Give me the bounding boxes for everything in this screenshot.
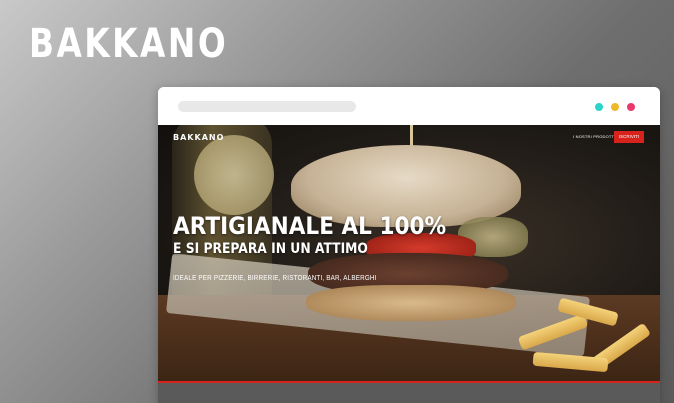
window-dot-teal xyxy=(595,103,603,111)
subscribe-button[interactable]: ISCRIVITI xyxy=(614,131,644,143)
hero-tagline: IDEALE PER PIZZERIE, BIRRERIE, RISTORANT… xyxy=(173,275,377,282)
brand-logo: BAKKANO xyxy=(29,21,229,67)
browser-window: BAKKANO I NOSTRI PRODOTTI ISCRIVITI ARTI… xyxy=(158,87,660,403)
hero-title: ARTIGIANALE AL 100% xyxy=(173,212,447,240)
footer-strip xyxy=(158,383,660,403)
bottle-label-image xyxy=(194,135,274,215)
nav-link-products[interactable]: I NOSTRI PRODOTTI xyxy=(573,134,616,139)
browser-toolbar xyxy=(158,87,660,125)
address-bar[interactable] xyxy=(178,101,356,112)
site-logo[interactable]: BAKKANO xyxy=(173,133,224,142)
website-hero: BAKKANO I NOSTRI PRODOTTI ISCRIVITI ARTI… xyxy=(158,125,660,381)
window-dot-yellow xyxy=(611,103,619,111)
burger-bun-bottom-image xyxy=(306,285,516,321)
hero-subtitle: E SI PREPARA IN UN ATTIMO xyxy=(173,241,368,257)
window-dot-pink xyxy=(627,103,635,111)
